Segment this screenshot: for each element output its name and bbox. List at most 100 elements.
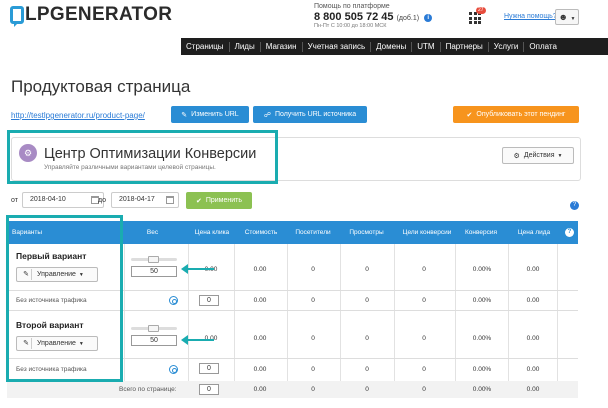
- nav-item-account[interactable]: Учетная запись: [303, 41, 372, 52]
- page-url-link[interactable]: http://testlpgenerator.ru/product-page/: [11, 111, 145, 120]
- support-phone[interactable]: 8 800 505 72 45 (доб.1) i: [314, 11, 433, 23]
- cell-cost: 0.00: [253, 297, 267, 304]
- to-label: до: [98, 197, 106, 204]
- total-weight: 0: [199, 384, 219, 395]
- slider-handle[interactable]: [148, 256, 159, 263]
- cell-cost: 0.00: [253, 366, 267, 373]
- logo-text: LPGENERATOR: [25, 4, 173, 25]
- gear-icon: ⚙: [513, 152, 520, 160]
- apply-label: Применить: [205, 197, 243, 204]
- annotation-arrow: [181, 264, 214, 274]
- from-date-value: 2018-04-10: [30, 196, 66, 203]
- source-weight-input[interactable]: 0: [199, 363, 219, 374]
- nav-item-services[interactable]: Услуги: [489, 41, 525, 52]
- cell-goals: 0: [422, 266, 426, 273]
- logo[interactable]: LPGENERATOR: [10, 4, 173, 27]
- annotation-arrow: [181, 335, 214, 345]
- nav-item-pages[interactable]: Страницы: [181, 41, 230, 52]
- help-icon[interactable]: ?: [570, 201, 579, 210]
- weight-input[interactable]: 50: [131, 335, 177, 346]
- cell-goals: 0: [422, 335, 426, 342]
- cell-views: 0: [365, 335, 369, 342]
- notification-badge[interactable]: 27: [476, 7, 486, 14]
- th-visitors: Посетители: [295, 229, 331, 236]
- check-icon: ✔: [195, 197, 202, 205]
- main-nav: Страницы Лиды Магазин Учетная запись Дом…: [181, 38, 608, 55]
- calendar-icon[interactable]: [166, 196, 174, 204]
- cell-lead-price: 0.00: [526, 297, 540, 304]
- support-info: Помощь по платформе 8 800 505 72 45 (доб…: [314, 3, 433, 29]
- support-hours: Пн-Пт С 10:00 до 18:00 МСК: [314, 23, 387, 29]
- cell-cost: 0.00: [253, 335, 267, 342]
- globe-icon: ☍: [263, 111, 271, 119]
- change-url-label: Изменить URL: [191, 111, 239, 118]
- total-cost: 0.00: [253, 386, 267, 393]
- slider-handle[interactable]: [148, 325, 159, 332]
- from-date-input[interactable]: 2018-04-10: [22, 192, 104, 208]
- total-visitors: 0: [311, 386, 315, 393]
- highlight-box-variants: [6, 215, 123, 382]
- cell-visitors: 0: [311, 297, 315, 304]
- nav-item-domains[interactable]: Домены: [371, 41, 413, 52]
- nav-item-partners[interactable]: Партнеры: [441, 41, 489, 52]
- cell-views: 0: [365, 297, 369, 304]
- total-lead-price: 0.00: [526, 386, 540, 393]
- to-date-input[interactable]: 2018-04-17: [111, 192, 179, 208]
- cell-visitors: 0: [311, 366, 315, 373]
- th-conversion: Конверсия: [464, 229, 497, 236]
- edit-icon: ✎: [181, 111, 188, 119]
- target-icon[interactable]: [169, 296, 178, 305]
- chevron-down-icon: ▼: [570, 16, 576, 22]
- cell-goals: 0: [422, 366, 426, 373]
- phone-ext: (доб.1): [396, 15, 420, 22]
- actions-dropdown[interactable]: ⚙ Действия ▼: [502, 147, 574, 164]
- actions-label: Действия: [523, 152, 555, 159]
- total-label: Всего по странице:: [119, 386, 177, 393]
- th-views: Просмотры: [349, 229, 384, 236]
- nav-item-leads[interactable]: Лиды: [230, 41, 261, 52]
- nav-item-payment[interactable]: Оплата: [524, 42, 562, 52]
- publish-pending-label: Опубликовать этот пендинг: [476, 111, 566, 118]
- cell-goals: 0: [422, 297, 426, 304]
- user-icon: ☻: [558, 12, 568, 22]
- cell-visitors: 0: [311, 335, 315, 342]
- source-weight-input[interactable]: 0: [199, 295, 219, 306]
- page-title: Продуктовая страница: [11, 77, 191, 96]
- cell-lead-price: 0.00: [526, 366, 540, 373]
- cell-visitors: 0: [311, 266, 315, 273]
- change-url-button[interactable]: ✎ Изменить URL: [171, 106, 249, 123]
- th-cost: Стоимость: [244, 229, 278, 236]
- check-icon: ✔: [466, 111, 473, 119]
- to-date-value: 2018-04-17: [119, 196, 155, 203]
- nav-item-utm[interactable]: UTM: [412, 41, 441, 52]
- panel-title: Центр Оптимизации Конверсии: [44, 146, 257, 162]
- panel-subtitle: Управляйте различными вариантами целевой…: [44, 164, 216, 171]
- th-conversion-goals: Цели конверсии: [402, 229, 452, 236]
- total-goals: 0: [422, 386, 426, 393]
- apply-button[interactable]: ✔ Применить: [186, 192, 252, 209]
- phone-number[interactable]: 8 800 505 72 45: [314, 11, 394, 23]
- th-lead-price: Цена лида: [517, 229, 551, 236]
- target-icon[interactable]: [169, 365, 178, 374]
- nav-item-shop[interactable]: Магазин: [261, 41, 303, 52]
- from-label: от: [11, 197, 18, 204]
- cell-lead-price: 0.00: [526, 335, 540, 342]
- table-help-icon[interactable]: ?: [565, 228, 574, 237]
- user-menu-button[interactable]: ☻ ▼: [555, 9, 579, 25]
- weight-input[interactable]: 50: [131, 266, 177, 277]
- total-views: 0: [365, 386, 369, 393]
- col-divider: [124, 244, 125, 398]
- cell-views: 0: [365, 366, 369, 373]
- info-icon[interactable]: i: [424, 14, 433, 22]
- th-weight: Вес: [146, 229, 159, 236]
- chevron-down-icon: ▼: [557, 152, 563, 159]
- support-label: Помощь по платформе: [314, 3, 390, 10]
- cell-views: 0: [365, 266, 369, 273]
- sitemap-icon: ⚙: [19, 144, 37, 162]
- help-link[interactable]: Нужна помощь?: [504, 13, 557, 20]
- publish-pending-button[interactable]: ✔ Опубликовать этот пендинг: [453, 106, 579, 123]
- get-source-url-button[interactable]: ☍ Получить URL источника: [253, 106, 367, 123]
- th-click-price: Цена клика: [194, 229, 230, 236]
- get-source-url-label: Получить URL источника: [274, 111, 357, 118]
- logo-icon: [10, 6, 24, 27]
